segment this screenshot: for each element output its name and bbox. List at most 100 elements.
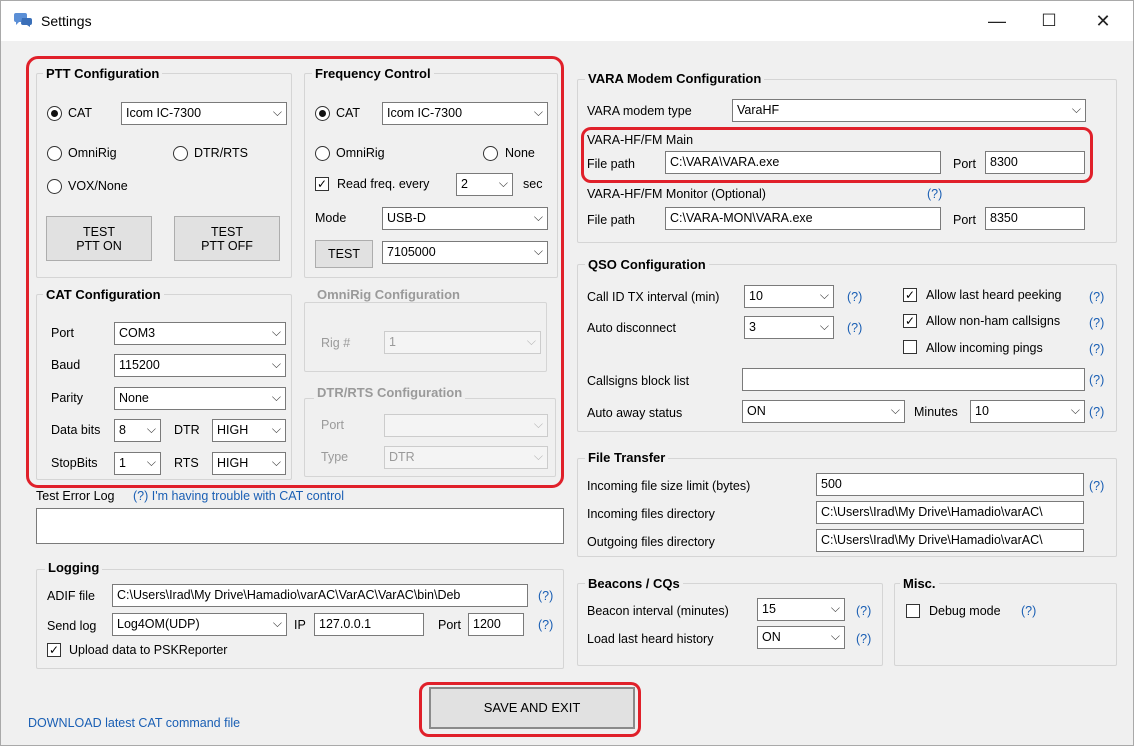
dtrrts-configuration-title: DTR/RTS Configuration [314, 385, 466, 400]
history-label: Load last heard history [587, 632, 714, 646]
rts-select[interactable]: HIGH ⌵ [212, 452, 286, 475]
parity-select[interactable]: None ⌵ [114, 387, 286, 410]
allow-peeking-checkbox[interactable]: ✓ [903, 288, 917, 302]
send-log-help-icon[interactable]: (?) [538, 618, 553, 632]
freq-cat-radio[interactable] [315, 106, 330, 121]
block-list-help-icon[interactable]: (?) [1089, 373, 1104, 387]
minutes-select[interactable]: 10 ⌵ [970, 400, 1085, 423]
call-id-interval-select[interactable]: 10 ⌵ [744, 285, 834, 308]
ptt-rig-select[interactable]: Icom IC-7300 ⌵ [121, 102, 287, 125]
adif-file-input[interactable]: C:\Users\Irad\My Drive\Hamadio\varAC\Var… [112, 584, 528, 607]
ip-input[interactable]: 127.0.0.1 [314, 613, 424, 636]
freq-none-radio[interactable] [483, 146, 498, 161]
auto-away-select[interactable]: ON ⌵ [742, 400, 905, 423]
block-list-input[interactable] [742, 368, 1085, 391]
misc-title: Misc. [900, 576, 939, 591]
chevron-down-icon: ⌵ [1071, 102, 1081, 116]
maximize-button[interactable]: ☐ [1023, 1, 1075, 41]
vara-type-select[interactable]: VaraHF ⌵ [732, 99, 1086, 122]
chevron-down-icon: ⌵ [146, 455, 156, 469]
debug-mode-checkbox[interactable] [906, 604, 920, 618]
auto-away-label: Auto away status [587, 406, 683, 420]
allow-pings-checkbox[interactable] [903, 340, 917, 354]
allow-nonham-checkbox[interactable]: ✓ [903, 314, 917, 328]
chevron-down-icon: ⌵ [271, 325, 281, 339]
mode-select[interactable]: USB-D ⌵ [382, 207, 548, 230]
chevron-down-icon: ⌵ [271, 422, 281, 436]
vara-monitor-help-icon[interactable]: (?) [927, 187, 942, 201]
freq-rig-select[interactable]: Icom IC-7300 ⌵ [382, 102, 548, 125]
frequency-control-title: Frequency Control [312, 66, 434, 81]
ptt-omnirig-radio[interactable] [47, 146, 62, 161]
omnirig-configuration-title: OmniRig Configuration [314, 287, 463, 302]
dtr-label: DTR [174, 423, 200, 437]
freq-omnirig-radio[interactable] [315, 146, 330, 161]
beacon-interval-help-icon[interactable]: (?) [856, 604, 871, 618]
vara-main-path-label: File path [587, 157, 635, 171]
save-and-exit-button[interactable]: SAVE AND EXIT [429, 687, 635, 729]
cat-trouble-help-link[interactable]: (?) I'm having trouble with CAT control [133, 489, 344, 503]
frequency-select[interactable]: 7105000 ⌵ [382, 241, 548, 264]
psk-reporter-checkbox[interactable]: ✓ [47, 643, 61, 657]
baud-select[interactable]: 115200 ⌵ [114, 354, 286, 377]
data-bits-select[interactable]: 8 ⌵ [114, 419, 161, 442]
vara-mon-port-input[interactable]: 8350 [985, 207, 1085, 230]
chevron-down-icon: ⌵ [526, 334, 536, 348]
history-help-icon[interactable]: (?) [856, 632, 871, 646]
ptt-vox-label: VOX/None [68, 179, 128, 193]
freq-test-button[interactable]: TEST [315, 240, 373, 268]
pings-help-icon[interactable]: (?) [1089, 342, 1104, 356]
read-freq-label: Read freq. every [337, 177, 430, 191]
auto-disconnect-help-icon[interactable]: (?) [847, 321, 862, 335]
download-cat-link[interactable]: DOWNLOAD latest CAT command file [28, 716, 240, 730]
dtr-select[interactable]: HIGH ⌵ [212, 419, 286, 442]
vara-main-path-input[interactable]: C:\VARA\VARA.exe [665, 151, 941, 174]
auto-disconnect-select[interactable]: 3 ⌵ [744, 316, 834, 339]
chevron-down-icon: ⌵ [830, 629, 840, 643]
incoming-dir-input[interactable]: C:\Users\Irad\My Drive\Hamadio\varAC\ [816, 501, 1084, 524]
ptt-cat-radio[interactable] [47, 106, 62, 121]
rig-number-select[interactable]: 1 ⌵ [384, 331, 541, 354]
vara-main-port-input[interactable]: 8300 [985, 151, 1085, 174]
history-select[interactable]: ON ⌵ [757, 626, 845, 649]
log-port-input[interactable]: 1200 [468, 613, 524, 636]
minutes-help-icon[interactable]: (?) [1089, 405, 1104, 419]
test-ptt-off-button[interactable]: TEST PTT OFF [174, 216, 280, 261]
read-freq-checkbox[interactable]: ✓ [315, 177, 329, 191]
vara-main-title: VARA-HF/FM Main [587, 133, 694, 147]
outgoing-dir-input[interactable]: C:\Users\Irad\My Drive\Hamadio\varAC\ [816, 529, 1084, 552]
vara-type-label: VARA modem type [587, 104, 692, 118]
test-error-log-box[interactable] [36, 508, 564, 544]
rts-label: RTS [174, 456, 199, 470]
dtrrts-type-select[interactable]: DTR ⌵ [384, 446, 548, 469]
ptt-vox-radio[interactable] [47, 179, 62, 194]
call-id-help-icon[interactable]: (?) [847, 290, 862, 304]
chevron-down-icon: ⌵ [533, 449, 543, 463]
rig-number-label: Rig # [321, 336, 351, 350]
psk-reporter-label: Upload data to PSKReporter [69, 643, 228, 657]
file-size-limit-input[interactable]: 500 [816, 473, 1084, 496]
send-log-select[interactable]: Log4OM(UDP) ⌵ [112, 613, 287, 636]
freq-cat-label: CAT [336, 106, 361, 120]
dtrrts-port-select[interactable]: ⌵ [384, 414, 548, 437]
chevron-down-icon: ⌵ [271, 455, 281, 469]
read-freq-interval-select[interactable]: 2 ⌵ [456, 173, 513, 196]
ptt-dtrrts-radio[interactable] [173, 146, 188, 161]
peeking-help-icon[interactable]: (?) [1089, 290, 1104, 304]
file-size-help-icon[interactable]: (?) [1089, 479, 1104, 493]
port-select[interactable]: COM3 ⌵ [114, 322, 286, 345]
beacon-interval-label: Beacon interval (minutes) [587, 604, 729, 618]
vara-mon-path-input[interactable]: C:\VARA-MON\VARA.exe [665, 207, 941, 230]
mode-label: Mode [315, 211, 347, 225]
allow-pings-label: Allow incoming pings [926, 341, 1043, 355]
nonham-help-icon[interactable]: (?) [1089, 316, 1104, 330]
debug-help-icon[interactable]: (?) [1021, 604, 1036, 618]
adif-help-icon[interactable]: (?) [538, 589, 553, 603]
minimize-button[interactable]: — [971, 1, 1023, 41]
parity-label: Parity [51, 391, 83, 405]
beacon-interval-select[interactable]: 15 ⌵ [757, 598, 845, 621]
stopbits-select[interactable]: 1 ⌵ [114, 452, 161, 475]
close-button[interactable]: ✕ [1077, 1, 1129, 41]
test-ptt-on-button[interactable]: TEST PTT ON [46, 216, 152, 261]
chevron-down-icon: ⌵ [533, 210, 543, 224]
